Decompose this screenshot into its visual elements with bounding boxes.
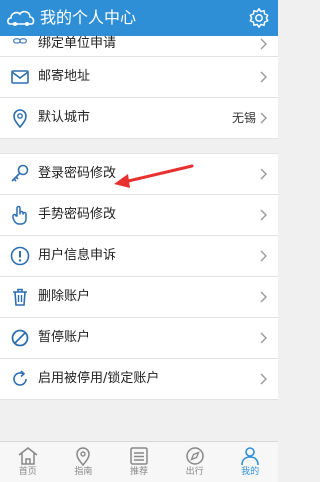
menu-item-mailing-address[interactable]: 邮寄地址 [0,57,278,98]
tab-label: 首页 [18,467,37,477]
chevron-right-icon [260,209,267,221]
chevron-right-icon [260,168,267,180]
tab-recommend[interactable]: 推荐 [111,442,167,482]
menu-item-label: 暂停账户 [38,330,91,345]
menu-item-gesture-password[interactable]: 手势密码修改 [0,195,278,236]
chevron-right-icon [260,250,267,262]
menu-item-label: 用户信息申诉 [38,248,117,263]
location-pin-icon [13,109,27,128]
menu-item-bind-unit[interactable]: 绑定单位申请 [0,36,278,57]
menu-item-default-city[interactable]: 默认城市 无锡 [0,98,278,139]
bottom-tab-bar: 首页 指南 推荐 出行 我的 [0,441,278,482]
menu-item-suspend-account[interactable]: 暂停账户 [0,318,278,359]
key-icon [11,164,29,182]
chevron-right-icon [260,291,267,303]
menu-item-label: 绑定单位申请 [38,36,117,51]
tab-label: 推荐 [129,467,148,477]
tab-home[interactable]: 首页 [0,442,56,482]
gear-icon[interactable] [248,7,270,29]
menu-item-delete-account[interactable]: 删除账户 [0,277,278,318]
menu-item-user-info-appeal[interactable]: 用户信息申诉 [0,236,278,277]
menu-item-label: 启用被停用/锁定账户 [38,371,160,386]
page-title: 我的个人中心 [40,8,137,27]
exclamation-icon [10,246,30,266]
mail-icon [11,70,29,84]
app-header: 我的个人中心 [0,0,278,36]
menu-item-label: 默认城市 [38,110,91,125]
link-icon [13,38,27,44]
menu-item-label: 邮寄地址 [38,69,91,84]
menu-item-login-password[interactable]: 登录密码修改 [0,154,278,195]
chevron-right-icon [260,112,267,124]
menu-item-label: 手势密码修改 [38,207,117,222]
tab-travel[interactable]: 出行 [167,442,223,482]
tab-label: 指南 [74,467,93,477]
tab-mine[interactable]: 我的 [222,442,278,482]
menu-item-label: 删除账户 [38,289,91,304]
menu-item-label: 登录密码修改 [38,166,117,181]
user-icon [241,447,259,466]
tab-guide[interactable]: 指南 [56,442,112,482]
section-divider [0,139,278,154]
settings-list: 绑定单位申请 邮寄地址 默认城市 无锡 登录密码修改 手势密码修改 用户信息申诉… [0,36,278,400]
map-pin-icon [76,447,91,466]
trash-icon [13,288,27,306]
tab-label: 出行 [185,467,204,477]
chevron-right-icon [260,332,267,344]
chevron-right-icon [260,38,267,50]
default-city-value: 无锡 [231,111,256,125]
list-icon [130,447,148,465]
tab-label: 我的 [241,467,260,477]
home-icon [18,447,38,465]
menu-item-reactivate-account[interactable]: 启用被停用/锁定账户 [0,359,278,400]
refresh-icon [13,370,27,386]
hand-pointer-icon [12,205,27,225]
cloud-car-logo-icon [7,10,35,26]
chevron-right-icon [260,71,267,83]
compass-icon [185,447,204,465]
ban-icon [11,329,29,347]
chevron-right-icon [260,373,267,385]
